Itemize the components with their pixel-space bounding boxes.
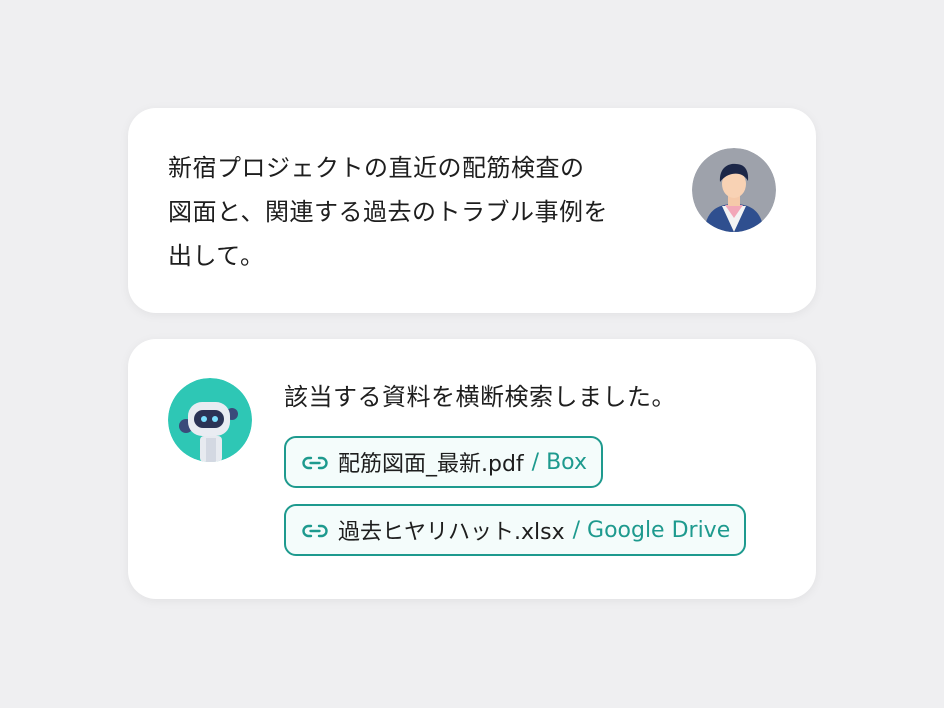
attachment-link-chip[interactable]: 過去ヒヤリハット.xlsx / Google Drive	[284, 504, 747, 556]
user-message-card: 新宿プロジェクトの直近の配筋検査の 図面と、関連する過去のトラブル事例を 出して…	[128, 108, 816, 313]
user-message-line: 図面と、関連する過去のトラブル事例を	[168, 198, 609, 226]
attachment-source: / Box	[531, 449, 587, 475]
user-message-text: 新宿プロジェクトの直近の配筋検査の 図面と、関連する過去のトラブル事例を 出して…	[168, 146, 658, 278]
attachment-file-name: 過去ヒヤリハット.xlsx	[338, 520, 565, 545]
user-message-line: 出して。	[168, 242, 265, 270]
link-icon	[302, 455, 328, 470]
attachment-link-chip[interactable]: 配筋図面_最新.pdf / Box	[284, 436, 603, 488]
attachment-file-name: 配筋図面_最新.pdf	[338, 452, 524, 477]
user-message-line: 新宿プロジェクトの直近の配筋検査の	[168, 154, 585, 182]
attachment-source: / Google Drive	[572, 517, 731, 543]
link-icon	[302, 523, 328, 538]
assistant-message-text: 該当する資料を横断検索しました。	[284, 383, 676, 411]
person-avatar-icon	[692, 148, 776, 232]
assistant-message-card: 該当する資料を横断検索しました。 配筋図面_最新.pdf / Box 過去ヒヤリ…	[128, 339, 816, 599]
robot-avatar-icon	[168, 378, 252, 462]
